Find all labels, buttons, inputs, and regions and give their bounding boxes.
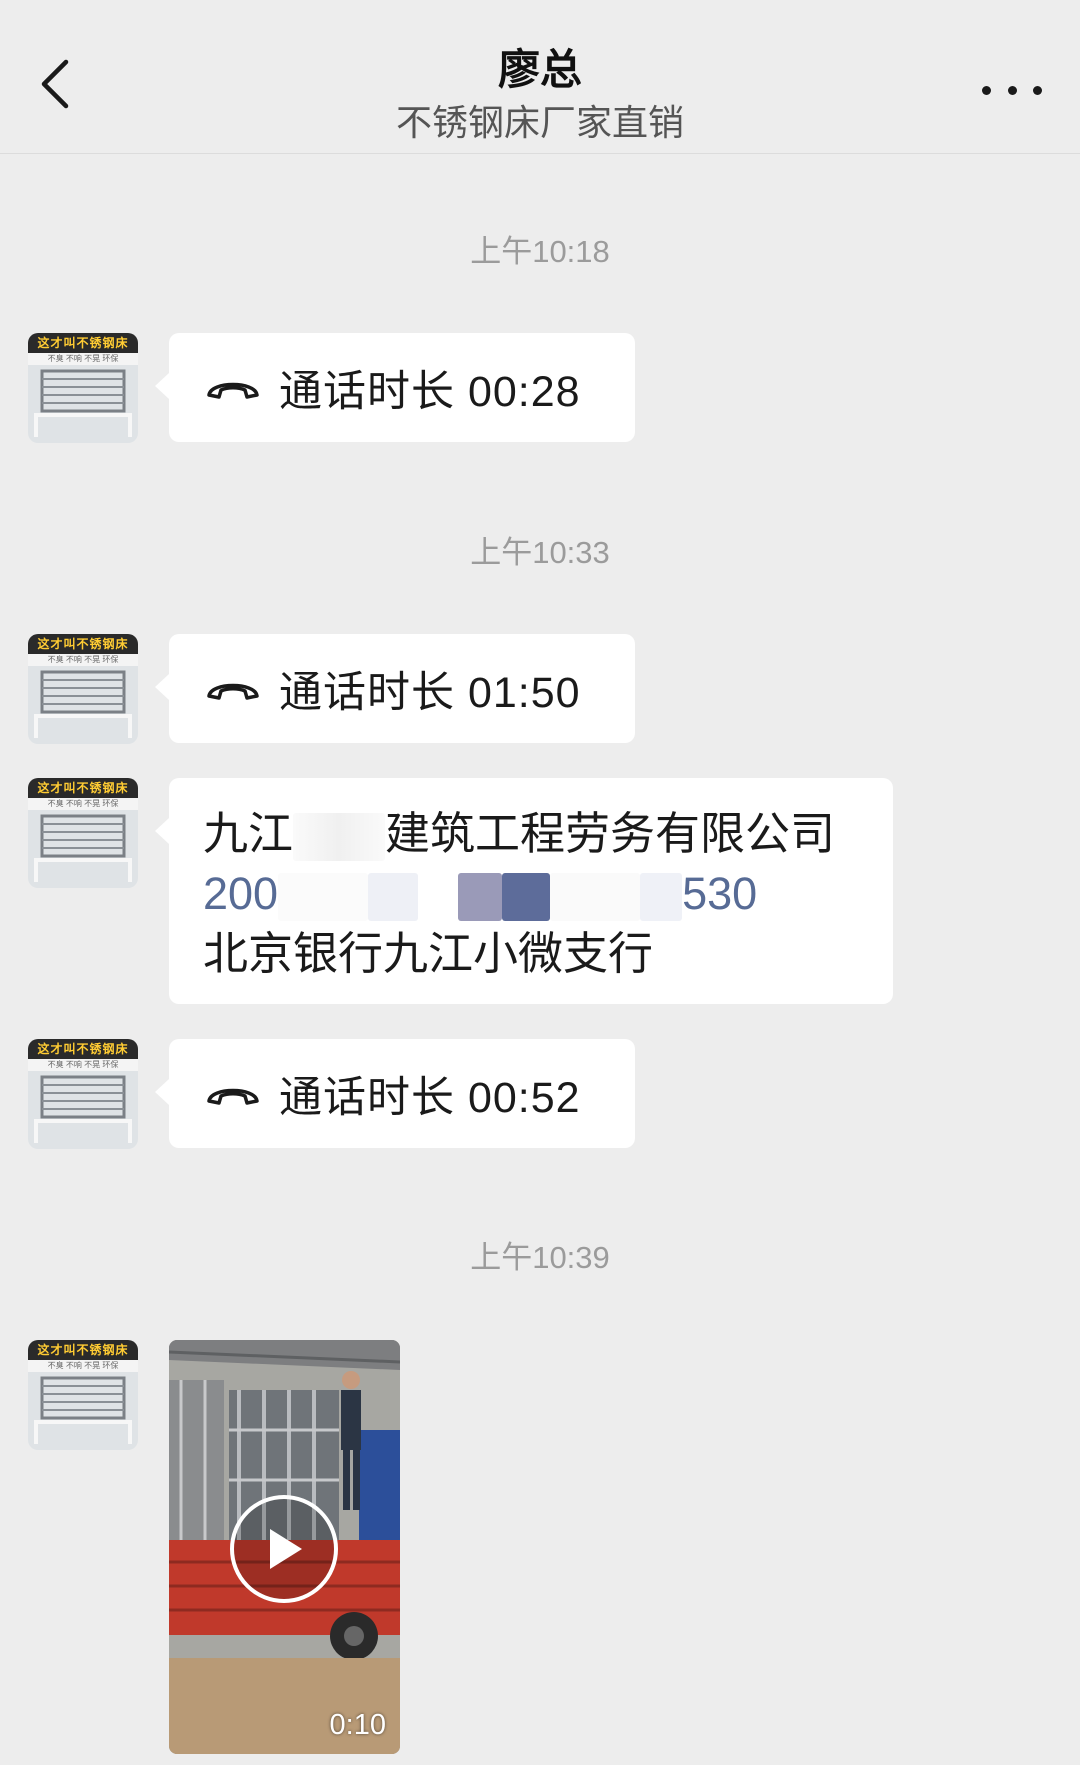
contact-avatar[interactable]: 这才叫不锈钢床 不臭 不响 不晃 环保	[28, 778, 138, 888]
redacted-block	[458, 873, 503, 922]
phone-hangup-icon	[207, 683, 259, 700]
timestamp: 上午10:18	[470, 234, 610, 269]
call-duration-text: 通话时长 01:50	[279, 668, 581, 717]
chat-header: 廖总 不锈钢床厂家直销	[0, 0, 1080, 154]
play-button[interactable]	[230, 1495, 338, 1603]
avatar-banner-sub: 不臭 不响 不晃 环保	[28, 798, 138, 810]
bed-image-icon	[28, 365, 138, 443]
avatar-banner: 这才叫不锈钢床	[28, 1340, 138, 1360]
account-number-start: 200	[203, 868, 279, 919]
video-message[interactable]: 0:10	[169, 1340, 400, 1754]
timestamp: 上午10:39	[470, 1240, 610, 1275]
contact-avatar[interactable]: 这才叫不锈钢床 不臭 不响 不晃 环保	[28, 1340, 138, 1450]
redacted-block	[550, 873, 641, 922]
call-record-bubble[interactable]: 通话时长 00:52	[155, 1039, 635, 1148]
redacted-block	[418, 873, 459, 922]
avatar-banner-sub: 不臭 不响 不晃 环保	[28, 353, 138, 365]
avatar-banner-sub: 不臭 不响 不晃 环保	[28, 654, 138, 666]
chat-subtitle: 不锈钢床厂家直销	[395, 102, 684, 143]
contact-avatar[interactable]: 这才叫不锈钢床 不臭 不响 不晃 环保	[28, 333, 138, 443]
message-line-bank: 北京银行九江小微支行	[203, 928, 654, 979]
avatar-banner: 这才叫不锈钢床	[28, 333, 138, 353]
redacted-block	[502, 873, 551, 922]
redacted-block	[368, 873, 419, 922]
avatar-banner: 这才叫不锈钢床	[28, 778, 138, 798]
avatar-banner: 这才叫不锈钢床	[28, 634, 138, 654]
call-duration-text: 通话时长 00:28	[279, 367, 581, 416]
redacted-block	[640, 873, 683, 922]
call-duration-text: 通话时长 00:52	[279, 1073, 581, 1122]
redacted-block	[293, 813, 386, 862]
company-name-end: 建筑工程劳务有限公司	[385, 808, 836, 859]
phone-hangup-icon	[207, 382, 259, 399]
bed-image-icon	[28, 1372, 138, 1450]
avatar-banner-sub: 不臭 不响 不晃 环保	[28, 1059, 138, 1071]
contact-avatar[interactable]: 这才叫不锈钢床 不臭 不响 不晃 环保	[28, 1039, 138, 1149]
chat-title: 廖总	[497, 46, 582, 93]
message-line-account[interactable]: 200 530	[203, 864, 859, 924]
bed-image-icon	[28, 1071, 138, 1149]
more-dots-icon	[982, 85, 991, 95]
call-record-bubble[interactable]: 通话时长 00:28	[155, 333, 635, 442]
bed-image-icon	[28, 666, 138, 744]
text-message-bubble[interactable]: 九江 建筑工程劳务有限公司 200 530 北京银行九江小微支行	[155, 778, 893, 1004]
video-duration: 0:10	[329, 1709, 386, 1741]
message-line-company: 九江 建筑工程劳务有限公司	[203, 804, 859, 864]
more-options-button[interactable]	[982, 70, 1042, 110]
redacted-block	[278, 873, 369, 922]
call-record-bubble[interactable]: 通话时长 01:50	[155, 634, 635, 743]
contact-avatar[interactable]: 这才叫不锈钢床 不臭 不响 不晃 环保	[28, 634, 138, 744]
company-name-start: 九江	[203, 808, 294, 859]
avatar-banner-sub: 不臭 不响 不晃 环保	[28, 1360, 138, 1372]
play-icon	[270, 1529, 302, 1569]
phone-hangup-icon	[207, 1088, 259, 1105]
timestamp: 上午10:33	[470, 535, 610, 570]
bed-image-icon	[28, 810, 138, 888]
account-number-end: 530	[682, 868, 758, 919]
avatar-banner: 这才叫不锈钢床	[28, 1039, 138, 1059]
